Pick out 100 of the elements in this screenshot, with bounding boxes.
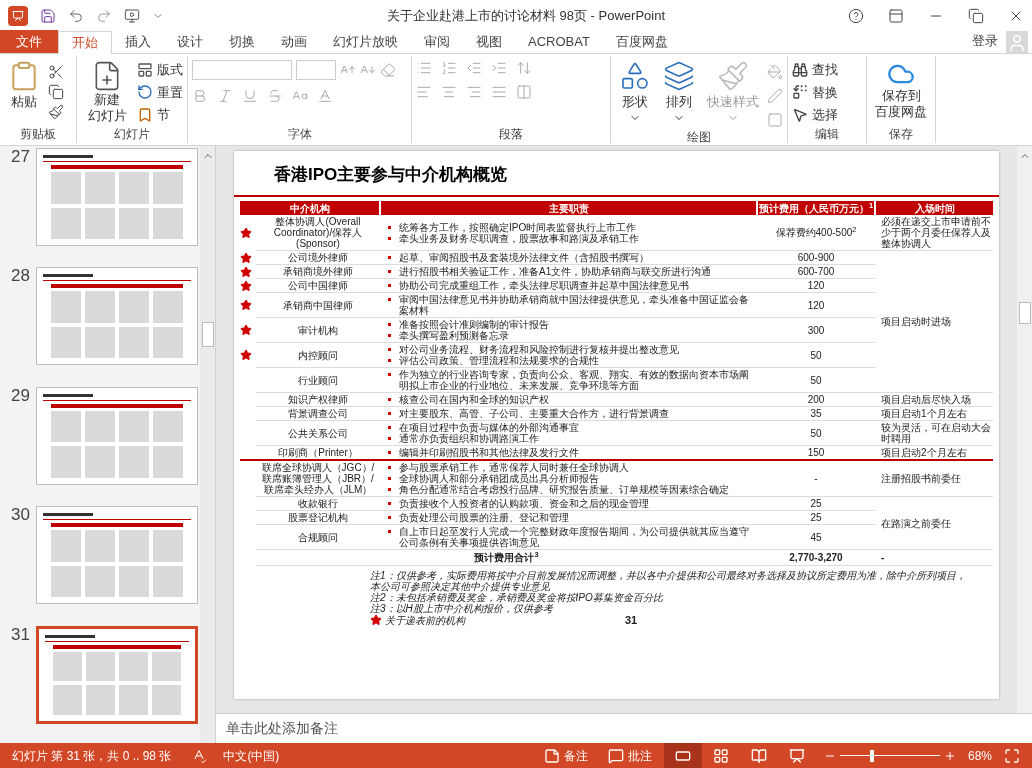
- align-icon[interactable]: [491, 84, 507, 100]
- help-icon[interactable]: [848, 7, 864, 24]
- font-format-icon[interactable]: [217, 88, 233, 104]
- ribbon-tab[interactable]: 开始: [58, 31, 112, 54]
- paintbrush-icon: [717, 60, 749, 92]
- app-logo-icon: [8, 5, 28, 26]
- footnote: 注3：以H股上市中介机构报价，仅供参考: [370, 603, 555, 614]
- slide-thumbnail[interactable]: [36, 267, 198, 366]
- paragraph-icon[interactable]: [516, 60, 532, 76]
- table-cell: -: [814, 473, 818, 484]
- ribbon-tab[interactable]: 动画: [268, 30, 320, 53]
- present-icon[interactable]: [124, 7, 140, 24]
- font-format-icon[interactable]: [317, 88, 333, 104]
- file-tab[interactable]: 文件: [0, 30, 58, 53]
- slide-number: 31: [10, 625, 31, 644]
- align-icon[interactable]: [441, 84, 457, 100]
- scrollbar[interactable]: [200, 146, 215, 743]
- notes-button[interactable]: 备注: [543, 746, 588, 765]
- align-icon[interactable]: [516, 84, 532, 100]
- slide-thumbnail[interactable]: [36, 506, 198, 605]
- font-format-icon[interactable]: [242, 88, 258, 104]
- table-cell: 牵头业务及财务尽职调查，股票故事和路演及承销工作: [399, 232, 639, 244]
- font-format-icon[interactable]: [192, 88, 208, 104]
- layout-button[interactable]: 版式: [137, 60, 183, 80]
- cut-icon[interactable]: [48, 64, 64, 80]
- slide-thumbnail[interactable]: [36, 148, 198, 246]
- restore-icon[interactable]: [968, 7, 984, 24]
- format-painter-icon[interactable]: [48, 104, 64, 120]
- sign-in-link[interactable]: 登录: [972, 30, 998, 50]
- edit-button[interactable]: 查找: [792, 60, 862, 80]
- scroll-thumb[interactable]: [1018, 302, 1031, 324]
- zoom-slider[interactable]: [839, 749, 940, 762]
- table-cell: 预计费用合计$^{3}$: [474, 552, 539, 563]
- ribbon-tab[interactable]: 设计: [164, 30, 216, 53]
- paragraph-icon[interactable]: [441, 60, 457, 76]
- clear-format-icon[interactable]: [380, 62, 396, 78]
- edit-button[interactable]: 选择: [792, 105, 862, 125]
- ribbon-tab[interactable]: 审阅: [411, 30, 463, 53]
- table-cell: 审计机构: [298, 324, 338, 336]
- new-slide-button[interactable]: 新建 幻灯片: [81, 60, 133, 124]
- bullet-icon: [388, 516, 391, 519]
- scroll-thumb[interactable]: [201, 322, 214, 347]
- bullet-icon: [388, 412, 391, 415]
- effects-icon[interactable]: [767, 112, 783, 128]
- ribbon-tab[interactable]: 幻灯片放映: [320, 30, 411, 53]
- table-cell: 25: [810, 498, 822, 509]
- paragraph-icon[interactable]: [416, 60, 432, 76]
- table-cell: 50: [810, 374, 822, 386]
- bullet-icon: [388, 488, 391, 491]
- drawing-button[interactable]: 排列: [659, 60, 699, 124]
- spelling-icon[interactable]: [191, 747, 208, 764]
- table-cell: 2,770-3,270: [789, 552, 843, 563]
- scrollbar[interactable]: [1017, 146, 1032, 713]
- avatar-icon[interactable]: [1006, 31, 1028, 53]
- comments-button[interactable]: 批注: [607, 746, 652, 765]
- bullet-icon: [388, 323, 391, 326]
- outline-icon[interactable]: [767, 88, 783, 104]
- fill-icon[interactable]: [767, 64, 783, 80]
- paragraph-icon[interactable]: [466, 60, 482, 76]
- redo-icon[interactable]: [96, 7, 112, 24]
- table-cell: 注册招股书前委任: [881, 473, 961, 484]
- table-cell: 负责接收个人投资者的认购款项、资金和之后的现金管理: [399, 498, 649, 509]
- table-cell: 知识产权律师: [288, 394, 348, 405]
- save-to-cloud-button[interactable]: 保存到 百度网盘: [871, 60, 931, 120]
- zoom-thumb[interactable]: [869, 749, 874, 762]
- ribbon-tab[interactable]: 切换: [216, 30, 268, 53]
- group-label: 剪贴板: [19, 126, 57, 143]
- language-label[interactable]: 中文(中国): [223, 746, 280, 765]
- save-icon[interactable]: [40, 7, 56, 24]
- ribbon-tab[interactable]: 百度网盘: [602, 30, 681, 53]
- view-button[interactable]: [663, 743, 702, 768]
- edit-button[interactable]: 替换: [792, 82, 862, 102]
- align-icon[interactable]: [466, 84, 482, 100]
- table-cell: 股票登记机构: [288, 512, 348, 523]
- bullet-icon: [388, 284, 391, 287]
- ribbon-tab[interactable]: ACROBAT: [515, 30, 603, 53]
- slide-number: 30: [10, 506, 31, 525]
- table-cell: 项目启动1个月左右: [881, 408, 967, 419]
- bullet-icon: [388, 477, 391, 480]
- table-cell: 协助公司完成重组工作，牵头法律尽职调查并起草中国法律意见书: [399, 280, 689, 291]
- zoom-in-icon[interactable]: [943, 749, 956, 762]
- slide-thumbnail[interactable]: [36, 625, 198, 724]
- ribbon-tab[interactable]: 插入: [112, 30, 164, 53]
- paste-button[interactable]: 粘贴: [4, 60, 44, 112]
- zoom-percent[interactable]: 68%: [967, 746, 992, 765]
- undo-icon[interactable]: [68, 7, 84, 24]
- font-size-field[interactable]: [296, 60, 336, 80]
- font-format-icon[interactable]: [267, 88, 283, 104]
- section-button[interactable]: 节: [137, 105, 183, 125]
- ribbon-display-icon[interactable]: [888, 7, 904, 24]
- slide-thumbnail[interactable]: [36, 386, 198, 485]
- bullet-icon: [388, 530, 391, 533]
- copy-icon[interactable]: [48, 84, 64, 100]
- ribbon-tab[interactable]: 视图: [463, 30, 515, 53]
- fit-to-window-icon[interactable]: [1004, 747, 1020, 764]
- align-icon[interactable]: [416, 84, 432, 100]
- reset-button[interactable]: 重置: [137, 82, 183, 102]
- font-name-field[interactable]: [192, 60, 292, 80]
- paragraph-icon[interactable]: [491, 60, 507, 76]
- drawing-button[interactable]: 形状: [615, 60, 655, 124]
